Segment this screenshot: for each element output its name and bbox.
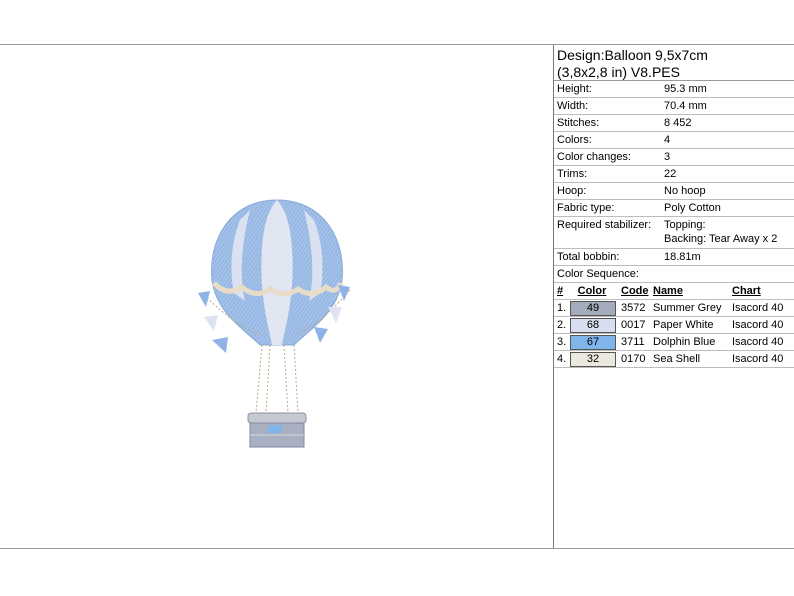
thread-chart: Isacord 40	[732, 319, 784, 331]
col-header-name: Name	[653, 285, 683, 297]
row-num: 3.	[557, 336, 567, 348]
design-preview	[0, 45, 553, 548]
spec-value: No hoop	[664, 185, 706, 197]
spec-row-stabilizer: Required stabilizer: Topping: Backing: T…	[554, 217, 794, 249]
thread-code: 0017	[621, 319, 646, 331]
row-num: 4.	[557, 353, 567, 365]
thread-name: Paper White	[653, 319, 714, 331]
thread-code: 3711	[621, 336, 645, 348]
spec-label: Color changes:	[557, 151, 631, 163]
spec-label: Required stabilizer:	[557, 219, 652, 231]
color-sequence-heading: Color Sequence:	[554, 266, 794, 283]
spec-label: Height:	[557, 83, 592, 95]
spec-row-color-changes: Color changes: 3	[554, 149, 794, 166]
spec-value: Poly Cotton	[664, 202, 721, 214]
thread-code: 3572	[621, 302, 646, 314]
spec-label: Colors:	[557, 134, 592, 146]
col-header-code: Code	[621, 285, 649, 297]
thread-chart: Isacord 40	[732, 353, 784, 365]
spec-value: 8 452	[664, 117, 692, 129]
spec-value: 18.81m	[664, 251, 701, 263]
color-swatch: 49	[570, 301, 616, 316]
row-num: 1.	[557, 302, 567, 314]
spec-row-colors: Colors: 4	[554, 132, 794, 149]
table-row: 1. 49 3572 Summer Grey Isacord 40	[554, 300, 794, 317]
design-title: Design:Balloon 9,5x7cm (3,8x2,8 in) V8.P…	[554, 45, 794, 81]
design-info-sheet: Design:Balloon 9,5x7cm (3,8x2,8 in) V8.P…	[553, 45, 794, 548]
table-row: 2. 68 0017 Paper White Isacord 40	[554, 317, 794, 334]
spec-label: Stitches:	[557, 117, 600, 129]
thread-chart: Isacord 40	[732, 336, 784, 348]
thread-name: Summer Grey	[653, 302, 722, 314]
thread-code: 0170	[621, 353, 646, 365]
spec-row-trims: Trims: 22	[554, 166, 794, 183]
color-swatch: 68	[570, 318, 616, 333]
color-swatch: 32	[570, 352, 616, 367]
spec-value: 3	[664, 151, 671, 163]
hot-air-balloon-embroidery-image	[198, 199, 351, 448]
spec-label: Trims:	[557, 168, 588, 180]
spec-value: 70.4 mm	[664, 100, 707, 112]
col-header-chart: Chart	[732, 285, 761, 297]
color-swatch: 67	[570, 335, 616, 350]
col-header-num: #	[557, 285, 564, 297]
spec-row-fabric-type: Fabric type: Poly Cotton	[554, 200, 794, 217]
color-table-header: # Color Code Name Chart	[554, 283, 794, 300]
spec-value: 22	[664, 168, 677, 180]
thread-chart: Isacord 40	[732, 302, 784, 314]
spec-row-stitches: Stitches: 8 452	[554, 115, 794, 132]
spec-label: Fabric type:	[557, 202, 615, 214]
spec-row-hoop: Hoop: No hoop	[554, 183, 794, 200]
thread-name: Sea Shell	[653, 353, 701, 365]
design-title-line2: (3,8x2,8 in) V8.PES	[557, 64, 680, 80]
spec-value: 95.3 mm	[664, 83, 707, 95]
spec-value: 4	[664, 134, 671, 146]
spec-label: Total bobbin:	[557, 251, 620, 263]
spec-row-width: Width: 70.4 mm	[554, 98, 794, 115]
spec-row-height: Height: 95.3 mm	[554, 81, 794, 98]
col-header-color: Color	[577, 285, 607, 297]
table-row: 4. 32 0170 Sea Shell Isacord 40	[554, 351, 794, 368]
design-title-line1: Design:Balloon 9,5x7cm	[557, 47, 708, 63]
row-num: 2.	[557, 319, 567, 331]
spec-label: Width:	[557, 100, 589, 112]
table-row: 3. 67 3711 Dolphin Blue Isacord 40	[554, 334, 794, 351]
spec-label: Hoop:	[557, 185, 587, 197]
document-frame: Design:Balloon 9,5x7cm (3,8x2,8 in) V8.P…	[0, 44, 794, 549]
stabilizer-backing: Backing: Tear Away x 2	[664, 233, 778, 245]
spec-row-total-bobbin: Total bobbin: 18.81m	[554, 249, 794, 266]
thread-name: Dolphin Blue	[653, 336, 716, 348]
